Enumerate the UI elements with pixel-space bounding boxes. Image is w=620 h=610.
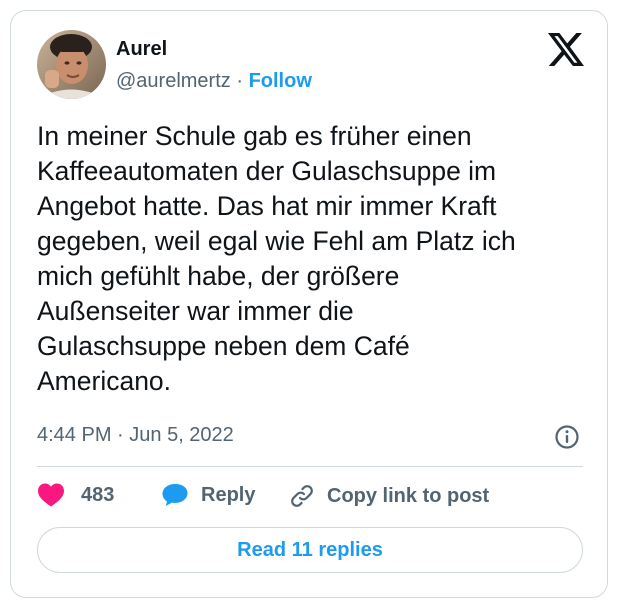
reply-button[interactable]: Reply bbox=[161, 483, 255, 507]
author-handle-row: @aurelmertz · Follow bbox=[116, 70, 312, 93]
copy-link-button[interactable]: Copy link to post bbox=[289, 483, 489, 509]
tweet-timestamp[interactable]: 4:44 PM · Jun 5, 2022 bbox=[37, 424, 234, 447]
avatar-image bbox=[37, 30, 106, 99]
link-icon bbox=[291, 485, 313, 507]
tweet-text: In meiner Schule gab es früher einen Kaf… bbox=[37, 121, 516, 396]
like-button[interactable]: 483 bbox=[38, 483, 114, 507]
avatar[interactable] bbox=[37, 30, 106, 99]
timestamp-separator: · bbox=[111, 424, 130, 446]
handle-separator: · bbox=[230, 70, 249, 92]
info-icon[interactable] bbox=[554, 424, 580, 450]
divider bbox=[37, 466, 583, 467]
tweet-card: Aurel @aurelmertz · Follow In meiner Sch… bbox=[10, 10, 608, 598]
copy-link-label: Copy link to post bbox=[327, 484, 490, 507]
reply-bubble-icon bbox=[162, 484, 188, 506]
like-count: 483 bbox=[81, 483, 115, 506]
tweet-date: Jun 5, 2022 bbox=[129, 424, 234, 446]
follow-button[interactable]: Follow bbox=[249, 70, 312, 92]
author-name[interactable]: Aurel bbox=[116, 38, 167, 61]
tweet-time: 4:44 PM bbox=[37, 424, 112, 446]
heart-icon bbox=[38, 483, 64, 507]
x-logo-icon[interactable] bbox=[548, 33, 584, 66]
author-handle[interactable]: @aurelmertz bbox=[116, 70, 231, 92]
reply-label: Reply bbox=[201, 483, 256, 506]
read-replies-button[interactable]: Read 11 replies bbox=[37, 527, 583, 573]
